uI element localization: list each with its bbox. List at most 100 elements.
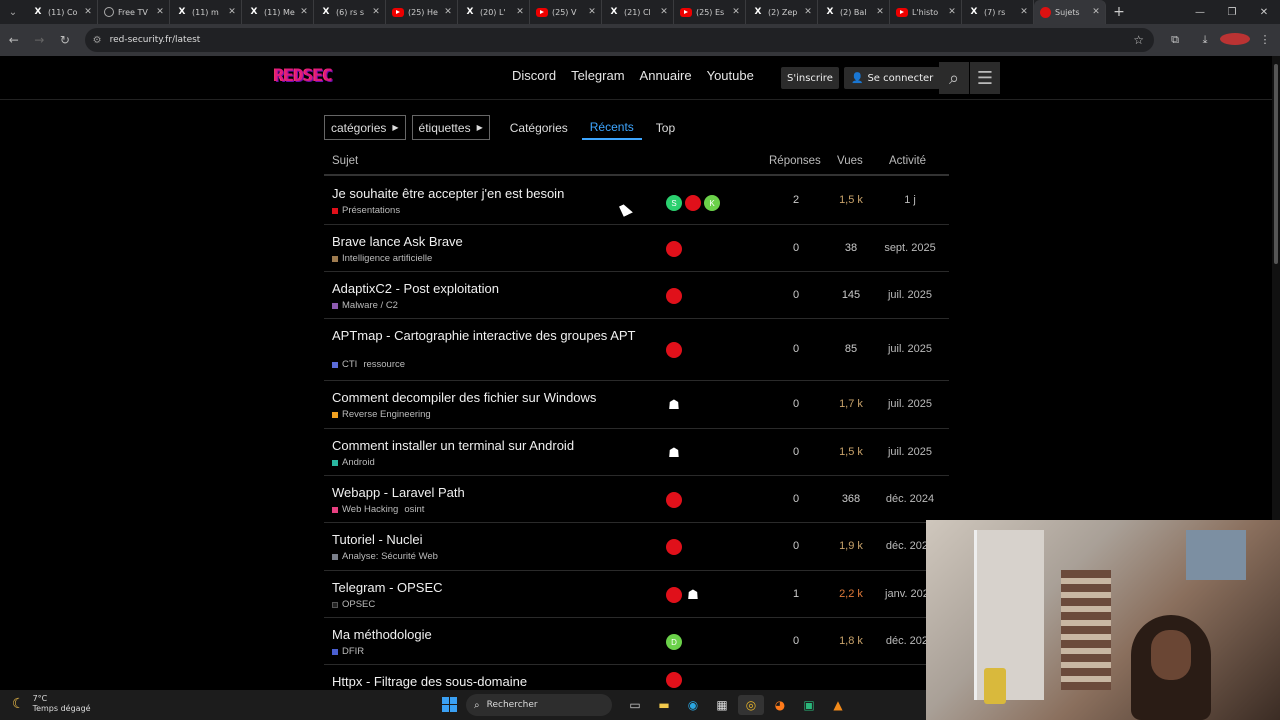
- tab-close-icon[interactable]: ✕: [83, 7, 93, 17]
- tags-dropdown[interactable]: étiquettes ▶: [411, 115, 490, 140]
- browser-tab[interactable]: X (11) m ✕: [170, 0, 242, 24]
- login-button[interactable]: 👤 Se connecter: [844, 67, 941, 89]
- edge-icon[interactable]: ◉: [680, 695, 706, 715]
- browser-tab[interactable]: X (7) rs ✕: [962, 0, 1034, 24]
- topic-row[interactable]: Tutoriel - Nuclei Analyse: Sécurité Web 0 1…: [324, 523, 949, 571]
- topic-title[interactable]: Httpx - Filtrage des sous-domaine: [332, 674, 652, 689]
- reload-icon[interactable]: ↻: [53, 28, 77, 52]
- topic-title[interactable]: Comment installer un terminal sur Androi…: [332, 438, 652, 453]
- hamburger-menu-icon[interactable]: ☰: [970, 62, 1000, 94]
- user-avatar[interactable]: [685, 195, 701, 211]
- user-avatar[interactable]: [666, 587, 682, 603]
- close-window-icon[interactable]: ✕: [1248, 0, 1280, 24]
- topic-row[interactable]: Webapp - Laravel Path Web Hacking osint 0 36…: [324, 476, 949, 523]
- download-icon[interactable]: ⤓: [1190, 33, 1220, 48]
- site-logo[interactable]: REDSEC: [274, 66, 333, 86]
- tab-close-icon[interactable]: ✕: [803, 7, 813, 17]
- browser-tab[interactable]: X (2) Bal ✕: [818, 0, 890, 24]
- tab-2[interactable]: Top: [648, 115, 683, 140]
- activity-date[interactable]: sept. 2025: [880, 242, 940, 254]
- topic-tag[interactable]: ressource: [363, 359, 405, 370]
- user-avatar[interactable]: K: [704, 195, 720, 211]
- topic-category[interactable]: OPSEC: [332, 599, 375, 610]
- header-replies[interactable]: Réponses: [769, 155, 821, 167]
- browser-tab[interactable]: (25) V ✕: [530, 0, 602, 24]
- topic-category[interactable]: Android: [332, 457, 375, 468]
- tab-close-icon[interactable]: ✕: [155, 7, 165, 17]
- browser-menu-icon[interactable]: ⋮: [1250, 33, 1280, 48]
- back-icon[interactable]: ←: [2, 28, 26, 52]
- activity-date[interactable]: juil. 2025: [880, 398, 940, 410]
- topic-row[interactable]: Telegram - OPSEC OPSEC ☗ 1 2,2 k janv. 2024: [324, 571, 949, 618]
- header-link-telegram[interactable]: Telegram: [571, 68, 624, 83]
- browser-tab[interactable]: Sujets ✕: [1034, 0, 1106, 24]
- firefox-icon[interactable]: ◕: [767, 695, 793, 715]
- restore-icon[interactable]: ❐: [1216, 0, 1248, 24]
- activity-date[interactable]: 1 j: [880, 194, 940, 206]
- topic-title[interactable]: Ma méthodologie: [332, 627, 652, 642]
- topic-row[interactable]: Ma méthodologie DFIR D 0 1,8 k déc. 2023: [324, 618, 949, 665]
- header-link-annuaire[interactable]: Annuaire: [640, 68, 692, 83]
- topic-title[interactable]: AdaptixC2 - Post exploitation: [332, 281, 652, 296]
- tab-close-icon[interactable]: ✕: [947, 7, 957, 17]
- tab-close-icon[interactable]: ✕: [299, 7, 309, 17]
- topic-row[interactable]: Comment decompiler des fichier sur Windo…: [324, 381, 949, 429]
- app-green-icon[interactable]: ▣: [796, 695, 822, 715]
- activity-date[interactable]: juil. 2025: [880, 446, 940, 458]
- topic-category[interactable]: CTI ressource: [332, 359, 405, 370]
- tab-close-icon[interactable]: ✕: [1091, 7, 1101, 17]
- signup-button[interactable]: S'inscrire: [781, 67, 839, 89]
- topic-category[interactable]: Reverse Engineering: [332, 409, 431, 420]
- browser-tab[interactable]: Free TV ✕: [98, 0, 170, 24]
- header-link-youtube[interactable]: Youtube: [707, 68, 754, 83]
- user-avatar[interactable]: [666, 241, 682, 257]
- anonymous-avatar-icon[interactable]: ☗: [666, 397, 682, 413]
- activity-date[interactable]: déc. 2024: [880, 493, 940, 505]
- user-avatar[interactable]: [666, 672, 682, 688]
- taskbar-search[interactable]: ⌕ Rechercher: [466, 694, 612, 716]
- browser-tab[interactable]: X (20) L' ✕: [458, 0, 530, 24]
- topic-row[interactable]: Comment installer un terminal sur Androi…: [324, 429, 949, 476]
- extensions-icon[interactable]: ⧉: [1160, 33, 1190, 48]
- topic-category[interactable]: Intelligence artificielle: [332, 253, 432, 264]
- tab-close-icon[interactable]: ✕: [659, 7, 669, 17]
- browser-tab[interactable]: L'histo ✕: [890, 0, 962, 24]
- anonymous-avatar-icon[interactable]: ☗: [685, 587, 701, 603]
- user-avatar[interactable]: S: [666, 195, 682, 211]
- vlc-icon[interactable]: ▲: [825, 695, 851, 715]
- windows-start-icon[interactable]: [442, 697, 457, 712]
- topic-tag[interactable]: osint: [404, 504, 424, 515]
- browser-tab[interactable]: (25) He ✕: [386, 0, 458, 24]
- topic-category[interactable]: Web Hacking osint: [332, 504, 424, 515]
- browser-tab[interactable]: X (2) Zep ✕: [746, 0, 818, 24]
- browser-tab[interactable]: (25) Es ✕: [674, 0, 746, 24]
- site-info-icon[interactable]: ⚙: [93, 35, 102, 46]
- address-bar[interactable]: ⚙ red-security.fr/latest ☆: [84, 28, 1155, 52]
- tab-close-icon[interactable]: ✕: [371, 7, 381, 17]
- topic-row[interactable]: AdaptixC2 - Post exploitation Malware / C…: [324, 272, 949, 319]
- topic-row[interactable]: APTmap - Cartographie interactive des gr…: [324, 319, 949, 381]
- header-link-discord[interactable]: Discord: [512, 68, 556, 83]
- topic-title[interactable]: Brave lance Ask Brave: [332, 234, 652, 249]
- topic-category[interactable]: Malware / C2: [332, 300, 398, 311]
- task-view-icon[interactable]: ▭: [622, 695, 648, 715]
- user-avatar[interactable]: D: [666, 634, 682, 650]
- header-views[interactable]: Vues: [837, 155, 863, 167]
- store-icon[interactable]: ▦: [709, 695, 735, 715]
- tab-close-icon[interactable]: ✕: [1019, 7, 1029, 17]
- tab-close-icon[interactable]: ✕: [731, 7, 741, 17]
- topic-title[interactable]: Telegram - OPSEC: [332, 580, 652, 595]
- user-avatar[interactable]: [666, 539, 682, 555]
- topic-row[interactable]: Je souhaite être accepter j'en est besoi…: [324, 177, 949, 225]
- browser-tab[interactable]: X (6) rs s ✕: [314, 0, 386, 24]
- browser-tab[interactable]: X (11) Me ✕: [242, 0, 314, 24]
- categories-dropdown[interactable]: catégories ▶: [324, 115, 406, 140]
- tab-close-icon[interactable]: ✕: [587, 7, 597, 17]
- topic-title[interactable]: APTmap - Cartographie interactive des gr…: [332, 328, 652, 343]
- weather-widget[interactable]: ☾ 7°C Temps dégagé: [12, 694, 91, 714]
- tab-close-icon[interactable]: ✕: [515, 7, 525, 17]
- tab-0[interactable]: Catégories: [502, 115, 576, 140]
- profile-avatar[interactable]: [1220, 32, 1251, 48]
- topic-title[interactable]: Comment decompiler des fichier sur Windo…: [332, 390, 652, 405]
- topic-category[interactable]: DFIR: [332, 646, 364, 657]
